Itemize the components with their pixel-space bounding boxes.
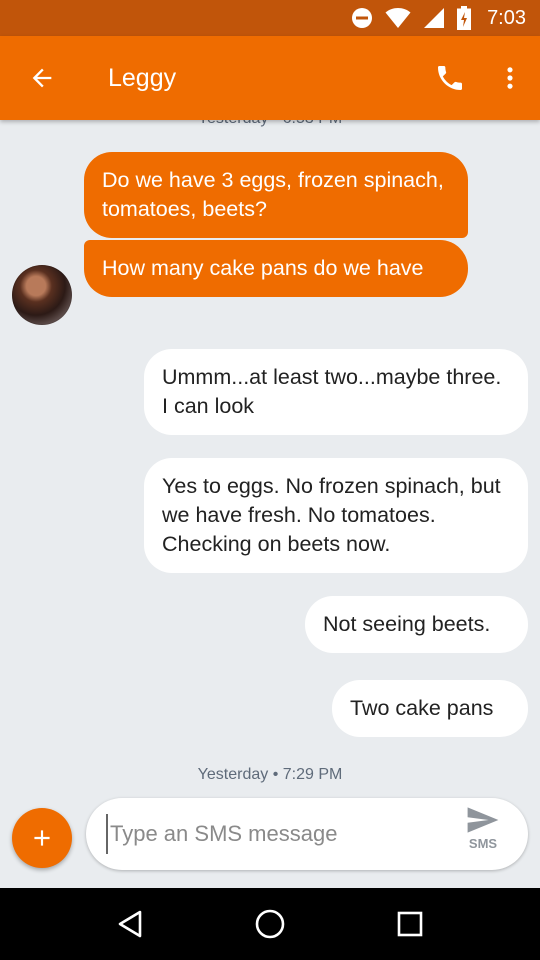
conversation-list[interactable]: Yesterday · 6:53 PM Do we have 3 eggs, f… <box>0 100 540 790</box>
message-text: Yes to eggs. No frozen spinach, but we h… <box>162 474 501 556</box>
send-label: SMS <box>468 836 498 851</box>
message-outgoing[interactable]: Ummm...at least two...maybe three. I can… <box>144 349 528 435</box>
call-button[interactable] <box>420 36 480 120</box>
message-text: Ummm...at least two...maybe three. I can… <box>162 365 502 418</box>
home-circle-icon <box>255 909 285 939</box>
status-bar: 7:03 <box>0 0 540 36</box>
compose-bar: SMS <box>0 790 540 888</box>
message-incoming[interactable]: How many cake pans do we have <box>84 240 468 297</box>
app-bar: Leggy <box>0 36 540 120</box>
message-incoming[interactable]: Do we have 3 eggs, frozen spinach, tomat… <box>84 152 468 238</box>
battery-icon <box>457 6 472 30</box>
send-button[interactable]: SMS <box>458 806 508 862</box>
add-attachment-button[interactable] <box>12 808 72 868</box>
more-vert-icon <box>507 67 513 89</box>
avatar[interactable] <box>12 265 72 325</box>
message-text: Two cake pans <box>350 696 494 720</box>
recents-square-icon <box>397 911 423 937</box>
nav-home-button[interactable] <box>230 888 310 960</box>
contact-name: Leggy <box>108 63 177 92</box>
phone-icon <box>438 66 462 90</box>
message-outgoing[interactable]: Two cake pans <box>332 680 528 737</box>
wifi-icon <box>385 8 411 28</box>
back-button[interactable] <box>0 36 84 120</box>
message-outgoing[interactable]: Yes to eggs. No frozen spinach, but we h… <box>144 458 528 573</box>
message-text: How many cake pans do we have <box>102 256 424 280</box>
send-icon <box>467 807 499 833</box>
message-outgoing[interactable]: Not seeing beets. <box>305 596 528 653</box>
do-not-disturb-icon <box>352 8 373 28</box>
nav-back-button[interactable] <box>90 888 170 960</box>
message-input[interactable] <box>106 814 436 854</box>
back-triangle-icon <box>118 910 142 938</box>
more-options-button[interactable] <box>480 36 540 120</box>
cell-signal-icon <box>424 8 445 28</box>
message-input-container: SMS <box>86 798 528 870</box>
status-time: 7:03 <box>487 6 526 29</box>
message-text: Do we have 3 eggs, frozen spinach, tomat… <box>102 168 444 221</box>
message-text: Not seeing beets. <box>323 612 491 636</box>
message-timestamp: Yesterday • 7:29 PM <box>197 766 343 783</box>
nav-recents-button[interactable] <box>370 888 450 960</box>
navigation-bar <box>0 888 540 960</box>
add-icon <box>34 830 50 846</box>
arrow-back-icon <box>32 68 52 88</box>
